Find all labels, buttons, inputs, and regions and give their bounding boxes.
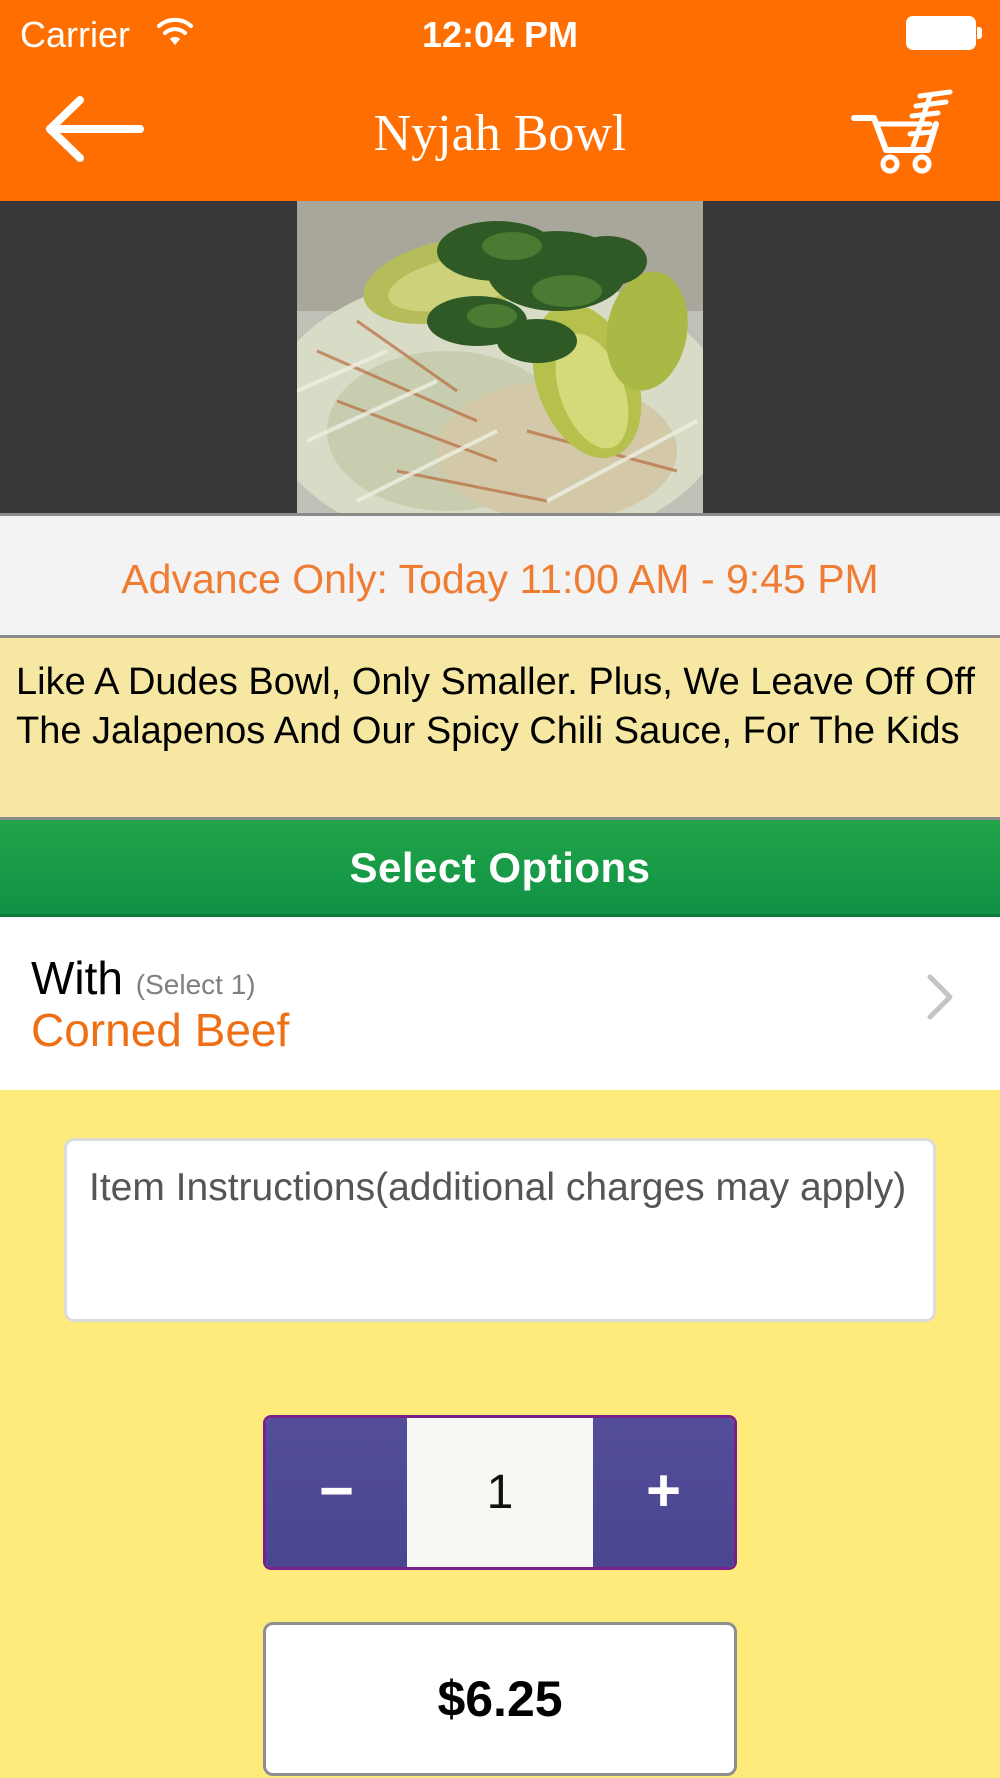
availability-text: Advance Only: Today 11:00 AM - 9:45 PM xyxy=(121,556,879,602)
clock: 12:04 PM xyxy=(421,14,579,55)
option-group-with[interactable]: With (Select 1) Corned Beef xyxy=(0,917,1000,1090)
option-group-hint: (Select 1) xyxy=(135,969,256,1000)
add-to-cart-price-button[interactable]: $6.25 xyxy=(263,1622,737,1776)
item-photo xyxy=(297,201,703,513)
availability-banner: Advance Only: Today 11:00 AM - 9:45 PM xyxy=(0,513,1000,638)
nav-bar: Carrier 12:04 PM Nyjah Bowl xyxy=(0,0,1000,201)
battery-icon xyxy=(906,16,976,50)
battery-nub xyxy=(977,27,982,39)
quantity-value: 1 xyxy=(486,1466,514,1519)
select-options-header: Select Options xyxy=(0,820,1000,917)
option-group-name: With xyxy=(31,952,123,1004)
item-description: Like A Dudes Bowl, Only Smaller. Plus, W… xyxy=(16,661,975,752)
chevron-right-icon xyxy=(927,974,953,1020)
increase-quantity-button[interactable]: + xyxy=(593,1418,734,1567)
status-bar: Carrier 12:04 PM xyxy=(0,0,1000,66)
decrease-quantity-button[interactable]: − xyxy=(266,1418,407,1567)
item-image-area xyxy=(0,201,1000,513)
item-description-panel: Like A Dudes Bowl, Only Smaller. Plus, W… xyxy=(0,638,1000,820)
option-group-label: With (Select 1) xyxy=(31,951,256,1005)
shopping-cart-icon[interactable] xyxy=(850,88,956,176)
quantity-stepper: − 1 + xyxy=(263,1415,737,1570)
option-selected-value: Corned Beef xyxy=(31,1004,290,1056)
item-instructions-field[interactable] xyxy=(64,1138,936,1322)
select-options-label: Select Options xyxy=(349,844,651,891)
